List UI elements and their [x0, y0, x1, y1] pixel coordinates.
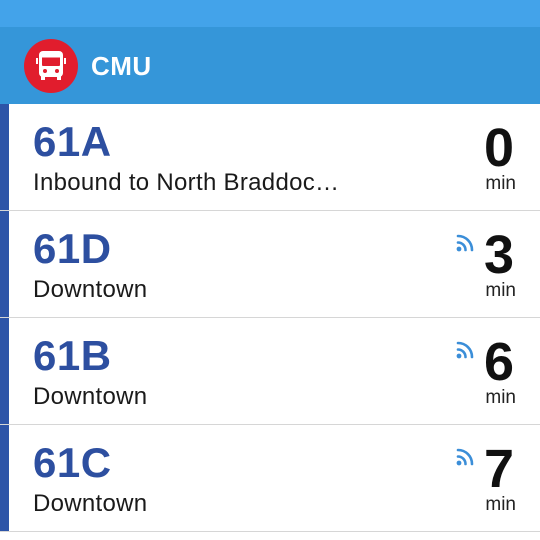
arrivals-list: 61A Inbound to North Braddoc… 0 min 61D …	[0, 104, 540, 532]
arrival-row[interactable]: 61A Inbound to North Braddoc… 0 min	[0, 104, 540, 211]
route-number: 61D	[33, 225, 112, 272]
status-bar	[0, 0, 540, 27]
route-accent-bar	[0, 104, 9, 210]
route-accent-bar	[0, 211, 9, 317]
arrival-row[interactable]: 61C Downtown 7 min	[0, 425, 540, 532]
stop-header: CMU	[0, 27, 540, 104]
route-destination: Downtown	[33, 276, 148, 303]
route-destination: Downtown	[33, 490, 148, 517]
route-number: 61A	[33, 118, 112, 165]
bus-icon	[24, 39, 78, 93]
arrival-minutes: 6	[483, 332, 514, 392]
minutes-unit: min	[485, 173, 516, 194]
minutes-unit: min	[485, 387, 516, 408]
arrival-minutes: 7	[483, 439, 514, 499]
minutes-unit: min	[485, 280, 516, 301]
route-number: 61B	[33, 332, 112, 379]
minutes-unit: min	[485, 494, 516, 515]
arrival-minutes: 3	[483, 225, 514, 285]
arrival-row[interactable]: 61D Downtown 3 min	[0, 211, 540, 318]
arrival-minutes: 0	[483, 118, 514, 178]
route-destination: Inbound to North Braddoc…	[33, 169, 340, 196]
arrival-row[interactable]: 61B Downtown 6 min	[0, 318, 540, 425]
route-accent-bar	[0, 425, 9, 531]
route-destination: Downtown	[33, 383, 148, 410]
route-number: 61C	[33, 439, 112, 486]
route-accent-bar	[0, 318, 9, 424]
stop-name: CMU	[91, 51, 152, 81]
